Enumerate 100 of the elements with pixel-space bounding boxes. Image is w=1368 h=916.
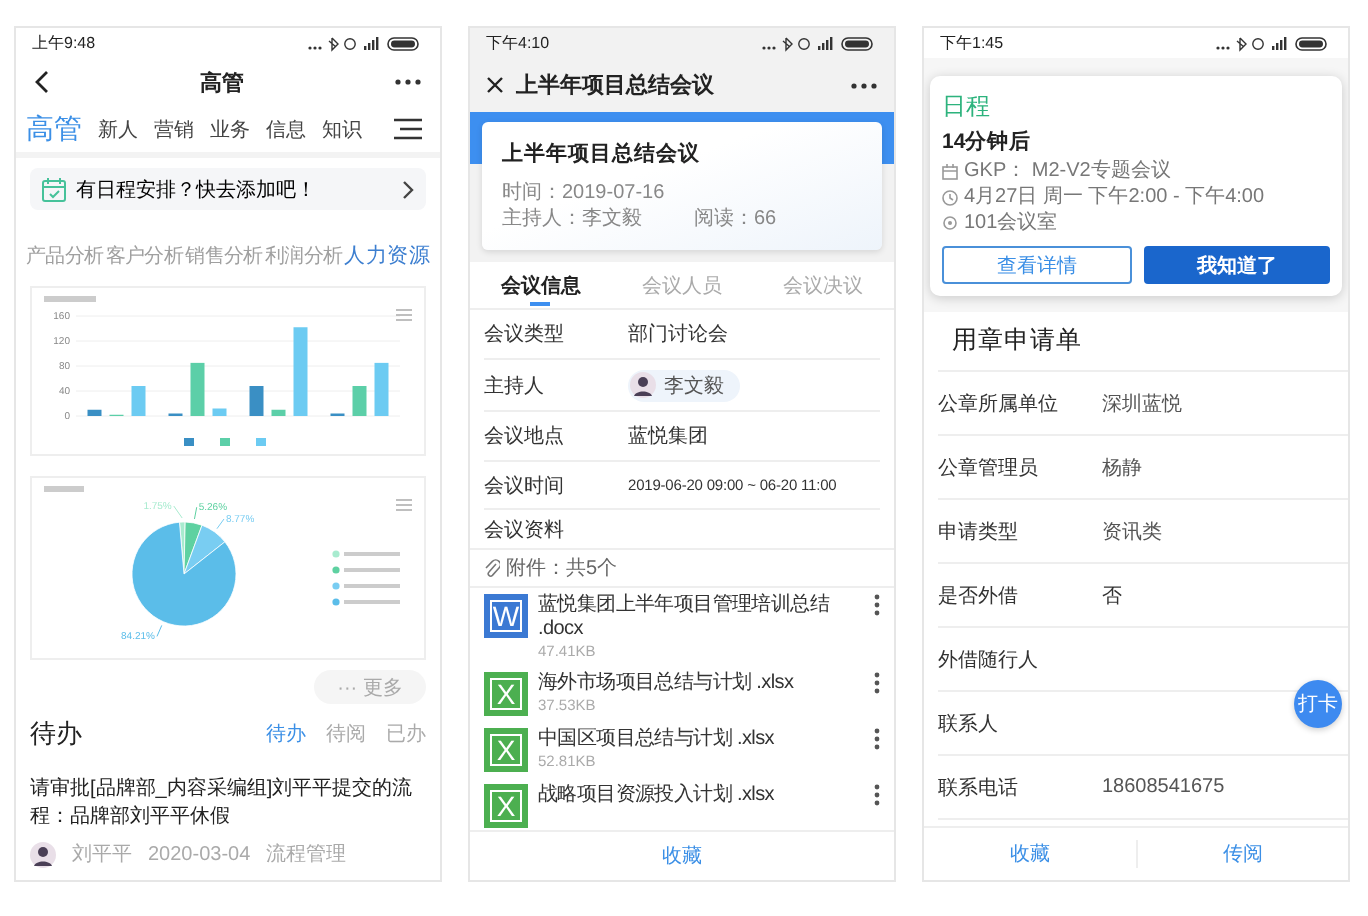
bar [190, 362, 205, 416]
status-indicators-drawing [308, 35, 424, 51]
legend-swatch [220, 438, 230, 446]
field-label: 联系电话 [938, 775, 1020, 801]
file-type-icon: W [484, 594, 528, 638]
more-button[interactable]: ··· 更多 [314, 670, 426, 704]
file-type-icon: X [484, 784, 528, 828]
status-indicators-drawing [1216, 35, 1332, 51]
file-name[interactable]: 战略项目资源投入计划 .xlsx [538, 784, 864, 808]
kebab-menu-icon[interactable] [874, 728, 880, 750]
close-icon[interactable] [486, 76, 504, 94]
forward-button[interactable]: 传阅 [1137, 840, 1348, 868]
calendar-icon [42, 177, 66, 201]
item-date: 2020-03-04 [148, 843, 251, 865]
field-label: 外借随行人 [938, 647, 1040, 673]
category-tab[interactable]: 知识 [322, 115, 362, 143]
todo-tab[interactable]: 待办 [266, 720, 306, 748]
more-icon[interactable] [394, 78, 422, 86]
location-icon [942, 215, 958, 231]
todo-tab[interactable]: 待阅 [326, 720, 366, 748]
field-label: 公章所属单位 [938, 391, 1060, 417]
reminder-due: 14分钟后 [942, 128, 1034, 156]
category-tab[interactable]: 高管 [26, 111, 82, 147]
page-title: 上半年项目总结会议 [516, 71, 714, 100]
acknowledge-button[interactable]: 我知道了 [1144, 246, 1330, 284]
form-title: 用章申请单 [938, 312, 1348, 372]
section-title: 会议资料 [484, 517, 566, 543]
file-type-icon: X [484, 728, 528, 772]
legend-dot [332, 598, 340, 606]
menu-icon[interactable] [394, 118, 422, 140]
meeting-host: 主持人：李文毅 [502, 206, 642, 232]
legend-dot [332, 550, 340, 558]
section-title: 待办 [30, 716, 82, 752]
field-value: 部门讨论会 [628, 321, 728, 348]
item-category: 流程管理 [266, 841, 347, 868]
category-tab[interactable]: 营销 [154, 115, 194, 143]
meeting-title: 上半年项目总结会议 [502, 140, 702, 168]
favorite-button[interactable]: 收藏 [924, 840, 1135, 868]
avatar-icon [630, 372, 656, 398]
list-icon [396, 308, 412, 322]
attachment-count: 附件：共5个 [506, 555, 618, 582]
more-icon[interactable] [850, 81, 878, 89]
field-label: 会议时间 [484, 473, 566, 499]
chart-title-bar [44, 486, 84, 492]
category-tab[interactable]: 信息 [266, 115, 306, 143]
person-chip[interactable]: 李文毅 [628, 369, 740, 401]
meeting-room: 101会议室 [964, 210, 1058, 236]
todo-item-text[interactable]: 请审批[品牌部_内容采编组]刘平平提交的流程：品牌部刘平平休假 [30, 776, 426, 832]
field-label: 主持人 [484, 373, 546, 399]
clock-icon [942, 189, 958, 205]
field-value: 蓝悦集团 [628, 423, 708, 450]
status-time: 下午1:45 [940, 32, 1004, 54]
file-name[interactable]: 蓝悦集团上半年项目管理培训总结 .docx [538, 594, 864, 642]
banner-text: 有日程安排？快去添加吧！ [76, 177, 318, 203]
legend-dot [332, 566, 340, 574]
schedule-banner[interactable]: 有日程安排？快去添加吧！ [30, 168, 426, 210]
chart-title-bar [44, 296, 96, 302]
clock-in-button[interactable]: 打卡 [1294, 680, 1342, 728]
category-tab[interactable]: 业务 [210, 115, 250, 143]
field-label: 会议地点 [484, 423, 566, 450]
field-label: 联系人 [938, 711, 1000, 737]
field-value: 深圳蓝悦 [1102, 391, 1182, 417]
bar [249, 386, 264, 416]
favorite-button[interactable]: 收藏 [470, 832, 894, 880]
field-label: 公章管理员 [938, 455, 1040, 481]
leader-line [216, 518, 225, 530]
todo-tab[interactable]: 已办 [386, 720, 426, 748]
leader-line [193, 506, 198, 520]
category-tab[interactable]: 新人 [98, 115, 138, 143]
bar [87, 409, 102, 416]
analysis-tab[interactable]: 人力资源 [344, 242, 430, 270]
details-button[interactable]: 查看详情 [942, 246, 1132, 284]
leader-line [156, 624, 163, 637]
kebab-menu-icon[interactable] [874, 594, 880, 616]
analysis-tab[interactable]: 利润分析 [264, 242, 343, 270]
analysis-tab[interactable]: 产品分析 [26, 242, 104, 270]
analysis-tab[interactable]: 客户分析 [105, 242, 184, 270]
info-tab[interactable]: 会议信息 [470, 262, 612, 308]
field-label: 会议类型 [484, 321, 566, 348]
analysis-tab[interactable]: 销售分析 [185, 242, 263, 270]
meeting-date: 时间：2019-07-16 [502, 180, 667, 206]
field-value: 资讯类 [1102, 519, 1162, 545]
file-name[interactable]: 海外市场项目总结与计划 .xlsx [538, 672, 864, 696]
paperclip-icon [484, 558, 500, 578]
info-tab[interactable]: 会议人员 [611, 262, 753, 308]
status-time: 上午9:48 [32, 32, 96, 54]
info-tab[interactable]: 会议决议 [752, 262, 894, 308]
chevron-right-icon [402, 179, 414, 199]
meeting-time: 4月27日 周一 下午2:00 - 下午4:00 [964, 184, 1265, 210]
kebab-menu-icon[interactable] [874, 784, 880, 806]
kebab-menu-icon[interactable] [874, 672, 880, 694]
leader-line [173, 505, 183, 519]
file-name[interactable]: 中国区项目总结与计划 .xlsx [538, 728, 864, 752]
bar [293, 327, 308, 416]
back-icon[interactable] [34, 70, 50, 94]
bar [131, 386, 146, 416]
bar [352, 386, 367, 416]
field-label: 申请类型 [938, 519, 1020, 545]
read-count: 阅读：66 [694, 206, 777, 232]
bar [271, 409, 286, 416]
